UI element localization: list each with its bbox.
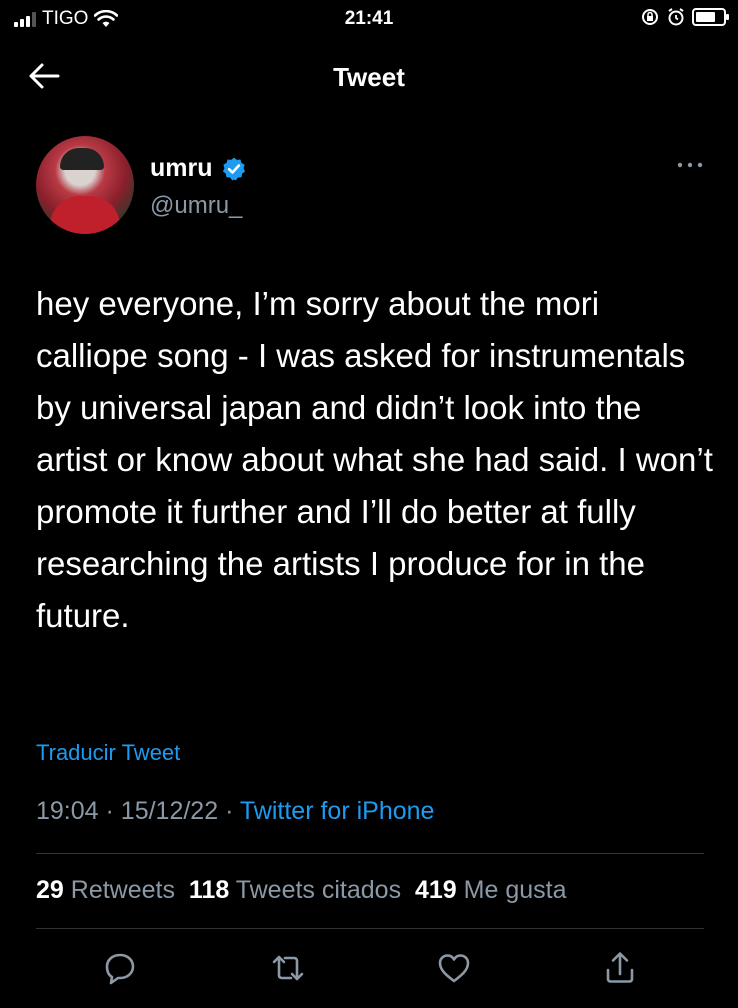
- quotes-stat[interactable]: 118 Tweets citados: [189, 876, 401, 904]
- battery-icon: [692, 8, 729, 26]
- status-bar: TIGO 21:41: [0, 0, 738, 38]
- tweet-meta: 19:04 · 15/12/22 · Twitter for iPhone: [36, 797, 434, 826]
- share-icon[interactable]: [600, 948, 640, 988]
- likes-stat[interactable]: 419 Me gusta: [415, 876, 567, 904]
- retweet-icon[interactable]: [268, 948, 308, 988]
- likes-label: Me gusta: [463, 876, 567, 904]
- nav-bar: Tweet: [0, 52, 738, 100]
- reply-icon[interactable]: [100, 948, 140, 988]
- author-handle[interactable]: @umru_: [150, 192, 242, 220]
- quotes-label: Tweets citados: [235, 876, 402, 904]
- tweet-stats: 29 Retweets 118 Tweets citados 419 Me gu…: [36, 876, 567, 905]
- divider: [36, 853, 704, 854]
- meta-separator: ·: [105, 797, 114, 825]
- divider: [36, 928, 704, 929]
- rotation-lock-icon: [642, 9, 658, 25]
- retweets-count: 29: [36, 876, 64, 904]
- likes-count: 419: [415, 876, 457, 904]
- clock: 21:41: [344, 8, 394, 29]
- action-bar: [0, 948, 738, 988]
- like-icon[interactable]: [434, 948, 474, 988]
- quotes-count: 118: [188, 876, 230, 904]
- tweet-date: 15/12/22: [120, 797, 219, 825]
- tweet-source-link[interactable]: Twitter for iPhone: [240, 797, 435, 825]
- verified-badge-icon: [222, 157, 245, 180]
- translate-tweet-link[interactable]: Traducir Tweet: [36, 740, 180, 766]
- author-name[interactable]: umru: [150, 154, 213, 183]
- retweets-stat[interactable]: 29 Retweets: [36, 876, 175, 904]
- meta-separator: ·: [225, 797, 234, 825]
- page-title: Tweet: [333, 62, 405, 92]
- tweet-text: hey everyone, I’m sorry about the mori c…: [36, 285, 713, 634]
- tweet-time: 19:04: [36, 797, 99, 825]
- retweets-label: Retweets: [70, 876, 175, 904]
- status-bar-right: [640, 7, 729, 27]
- alarm-icon: [668, 8, 684, 26]
- author-name-row[interactable]: umru: [150, 154, 247, 183]
- more-options-icon[interactable]: [676, 160, 704, 170]
- avatar[interactable]: [36, 136, 134, 234]
